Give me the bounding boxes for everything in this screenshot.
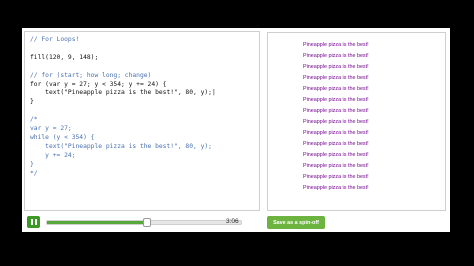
save-spinoff-button[interactable]: Save as a spin-off [267,216,325,229]
canvas-text-line: Pineapple pizza is the best! [303,185,369,191]
time-remaining: 3:06 [226,218,239,225]
code-line[interactable]: } [30,161,34,169]
output-canvas: Pineapple pizza is the best! Pineapple pi… [267,32,446,211]
canvas-text-line: Pineapple pizza is the best! [303,97,369,103]
canvas-text-line: Pineapple pizza is the best! [303,141,369,147]
pause-icon-bar [35,219,37,225]
code-line[interactable]: text("Pineapple pizza is the best!", 80,… [30,89,216,97]
code-line[interactable]: var y = 27; [30,125,72,133]
video-controls: 3:06 [24,214,260,230]
pause-icon [31,219,33,225]
canvas-text-line: Pineapple pizza is the best! [303,64,369,70]
scrubber-handle[interactable] [142,218,151,227]
canvas-text-line: Pineapple pizza is the best! [303,108,369,114]
code-line[interactable]: } [30,98,34,106]
code-line[interactable]: while (y < 354) { [30,134,94,142]
canvas-text-line: Pineapple pizza is the best! [303,119,369,125]
code-line[interactable]: // for (start; how long; change) [30,72,151,80]
code-line[interactable]: /* [30,116,38,124]
canvas-text-line: Pineapple pizza is the best! [303,163,369,169]
code-line[interactable]: text("Pineapple pizza is the best!", 80,… [30,143,212,151]
canvas-text-line: Pineapple pizza is the best! [303,86,369,92]
code-line[interactable]: fill(120, 9, 148); [30,54,98,62]
canvas-text-line: Pineapple pizza is the best! [303,130,369,136]
canvas-text-line: Pineapple pizza is the best! [303,53,369,59]
code-line[interactable]: for (var y = 27; y < 354; y += 24) { [30,81,166,89]
canvas-text-line: Pineapple pizza is the best! [303,42,369,48]
progress-fill [47,221,146,224]
canvas-text-line: Pineapple pizza is the best! [303,75,369,81]
canvas-text-line: Pineapple pizza is the best! [303,152,369,158]
code-editor[interactable]: // For Loops! fill(120, 9, 148); // for (s… [24,31,260,211]
canvas-text-line: Pineapple pizza is the best! [303,174,369,180]
pause-button[interactable] [27,216,40,228]
code-line[interactable]: */ [30,170,38,178]
progress-scrubber[interactable] [46,218,242,227]
code-line[interactable]: // For Loops! [30,36,79,44]
code-line[interactable]: y += 24; [30,152,75,160]
